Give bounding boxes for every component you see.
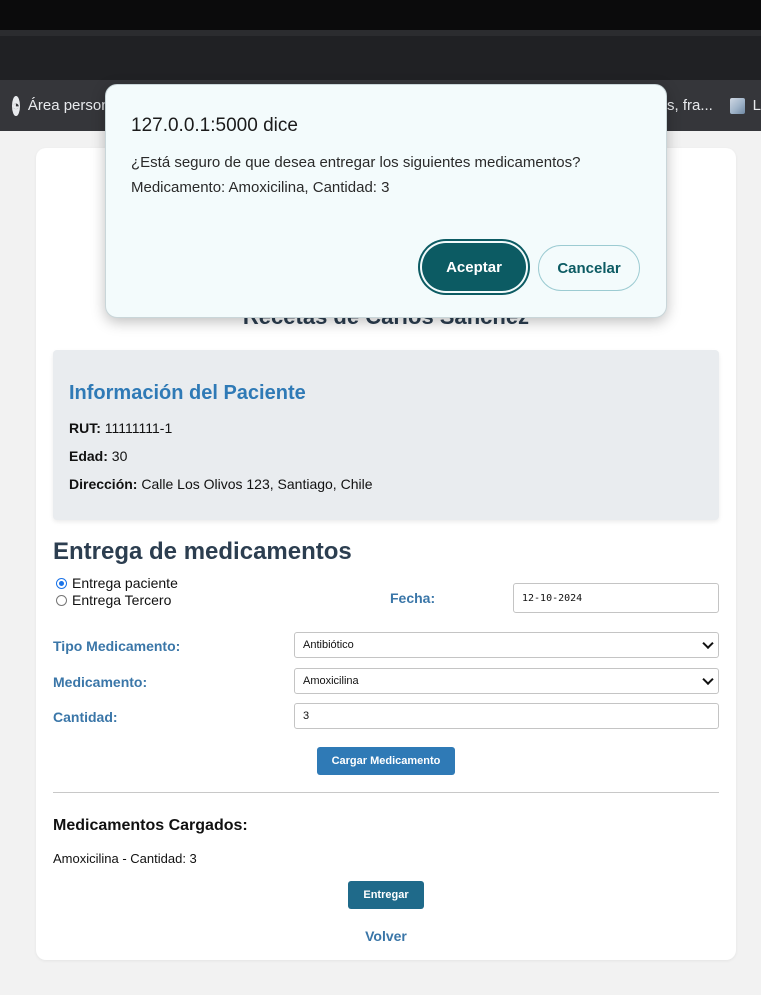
chevron-down-icon [702, 637, 714, 650]
quantity-label: Cantidad: [53, 709, 118, 725]
globe-icon: ◔ [12, 95, 20, 116]
delivery-heading: Entrega de medicamentos [53, 538, 352, 565]
patient-address: Dirección: Calle Los Olivos 123, Santiag… [69, 476, 373, 492]
date-label: Fecha: [390, 590, 436, 606]
patient-info-heading: Información del Paciente [69, 382, 306, 404]
radio-button-checked[interactable] [56, 577, 67, 589]
cancel-button[interactable]: Cancelar [538, 245, 640, 291]
type-value: Antibiótico [303, 639, 354, 651]
bookmark-box[interactable]: L [730, 80, 761, 131]
age-value: 30 [111, 448, 128, 464]
patient-age: Edad: 30 [69, 448, 127, 464]
browser-toolbar [0, 30, 761, 80]
date-input[interactable]: 12-10-2024 [513, 583, 719, 613]
rut-value: 11111111-1 [104, 420, 173, 436]
quantity-input[interactable]: 3 [294, 703, 719, 729]
accept-button[interactable]: Aceptar [422, 243, 526, 291]
back-link[interactable]: Volver [36, 928, 736, 944]
date-value: 12-10-2024 [522, 592, 583, 604]
dialog-title: 127.0.0.1:5000 dice [131, 115, 298, 136]
address-value: Calle Los Olivos 123, Santiago, Chile [141, 476, 373, 492]
age-label: Edad: [69, 448, 108, 464]
dialog-message-line1: ¿Está seguro de que desea entregar los s… [131, 154, 581, 171]
box-icon [730, 97, 745, 114]
radio-button[interactable] [56, 594, 67, 606]
radio-entrega-tercero[interactable]: Entrega Tercero [56, 592, 171, 608]
quantity-value: 3 [303, 710, 310, 722]
bookmark-area-personal[interactable]: ◔ Área personal [12, 80, 107, 131]
type-label: Tipo Medicamento: [53, 638, 181, 654]
bookmark-label: L [752, 97, 761, 114]
divider [53, 792, 719, 793]
medication-value: Amoxicilina [303, 675, 359, 687]
confirm-dialog: 127.0.0.1:5000 dice ¿Está seguro de que … [105, 84, 667, 318]
dialog-message-line2: Medicamento: Amoxicilina, Cantidad: 3 [131, 179, 390, 196]
chevron-down-icon [702, 673, 714, 686]
radio-label: Entrega paciente [72, 575, 178, 591]
bookmark-label: Área personal [27, 97, 107, 114]
radio-entrega-paciente[interactable]: Entrega paciente [56, 575, 178, 591]
loaded-medications-heading: Medicamentos Cargados: [53, 817, 248, 834]
browser-top-strip [0, 0, 761, 30]
list-item: Amoxicilina - Cantidad: 3 [53, 851, 197, 866]
bookmark-label: s, fra... [667, 97, 713, 114]
rut-label: RUT: [69, 420, 101, 436]
patient-info-box: Información del Paciente RUT: 11111111-1… [53, 350, 719, 520]
load-medication-button[interactable]: Cargar Medicamento [317, 747, 455, 775]
medication-select[interactable]: Amoxicilina [294, 668, 719, 694]
address-label: Dirección: [69, 476, 138, 492]
medication-label: Medicamento: [53, 674, 148, 690]
radio-label: Entrega Tercero [72, 592, 172, 608]
deliver-button[interactable]: Entregar [348, 881, 424, 909]
bookmark-truncated[interactable]: s, fra... [667, 80, 717, 131]
medication-type-select[interactable]: Antibiótico [294, 632, 719, 658]
patient-rut: RUT: 11111111-1 [69, 420, 172, 436]
